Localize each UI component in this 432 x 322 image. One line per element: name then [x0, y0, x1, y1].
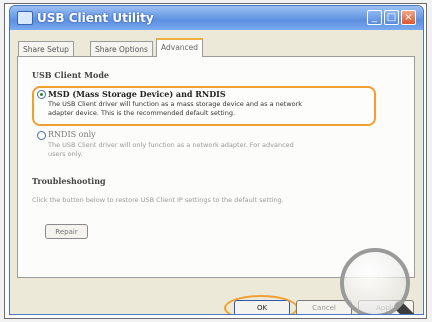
rndis-only-description-line1: The USB Client driver will only function…	[48, 141, 294, 149]
cancel-button[interactable]: Cancel	[296, 300, 352, 314]
rndis-only-label[interactable]: RNDIS only	[48, 130, 96, 139]
msd-rndis-description-line1: The USB Client driver will function as a…	[48, 100, 303, 108]
usb-app-icon	[17, 11, 33, 25]
msd-rndis-description-line2: adapter device. This is the recommended …	[48, 109, 236, 117]
troubleshooting-heading: Troubleshooting	[32, 176, 106, 186]
troubleshooting-text: Click the button below to restore USB Cl…	[32, 196, 284, 204]
magnifier-icon	[340, 248, 410, 314]
window-title: USB Client Utility	[37, 11, 154, 25]
repair-button[interactable]: Repair	[45, 224, 88, 239]
tab-share-setup[interactable]: Share Setup	[18, 41, 74, 56]
tab-share-options[interactable]: Share Options	[90, 41, 153, 56]
usb-client-mode-heading: USB Client Mode	[32, 70, 110, 80]
msd-rndis-radio[interactable]	[37, 90, 46, 99]
close-button[interactable]: ×	[401, 10, 416, 25]
ok-button-highlight	[224, 295, 298, 314]
minimize-button[interactable]: _	[367, 10, 382, 25]
title-bar[interactable]: USB Client Utility _ □ ×	[10, 6, 423, 30]
maximize-button[interactable]: □	[384, 10, 399, 25]
usb-client-utility-window: USB Client Utility _ □ × Share Setup Sha…	[9, 5, 424, 315]
rndis-only-radio[interactable]	[37, 131, 46, 140]
rndis-only-description-line2: users only.	[48, 150, 83, 158]
tab-advanced[interactable]: Advanced	[156, 38, 204, 57]
msd-rndis-label[interactable]: MSD (Mass Storage Device) and RNDIS	[48, 89, 226, 99]
